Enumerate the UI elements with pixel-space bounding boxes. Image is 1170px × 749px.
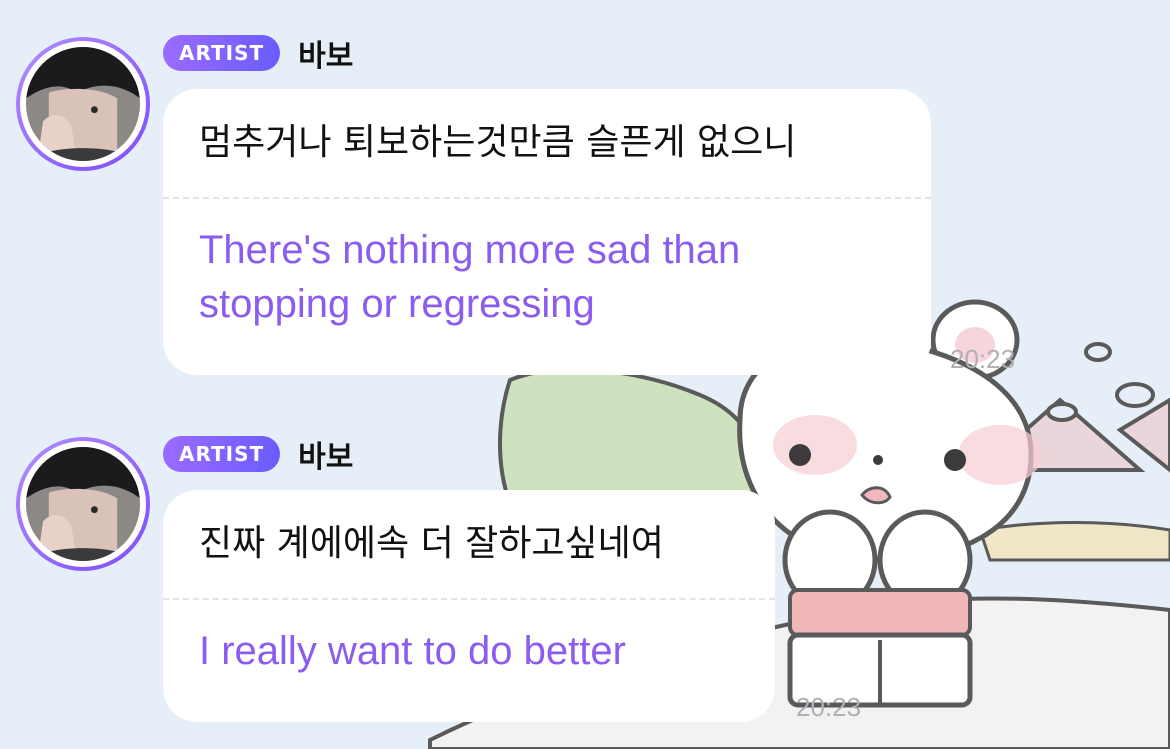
translation-text: There's nothing more sad than stopping o… bbox=[199, 228, 741, 326]
artist-avatar[interactable] bbox=[16, 37, 150, 171]
avatar-photo bbox=[26, 47, 140, 161]
sender-row: ARTIST 바보 bbox=[163, 31, 353, 75]
message-text: 진짜 계에에속 더 잘하고싶네여 bbox=[199, 523, 664, 564]
artist-badge: ARTIST bbox=[163, 436, 281, 472]
translation-text: I really want to do better bbox=[199, 629, 626, 673]
sender-name[interactable]: 바보 bbox=[298, 31, 353, 75]
avatar-frame bbox=[20, 41, 146, 167]
sender-row: ARTIST 바보 bbox=[163, 432, 353, 476]
avatar-photo bbox=[26, 447, 140, 561]
message-text: 멈추거나 퇴보하는것만큼 슬픈게 없으니 bbox=[199, 122, 797, 163]
avatar-frame bbox=[20, 441, 146, 567]
sender-name[interactable]: 바보 bbox=[298, 432, 353, 476]
artist-badge: ARTIST bbox=[163, 35, 281, 71]
message-bubble[interactable]: 멈추거나 퇴보하는것만큼 슬픈게 없으니 There's nothing mor… bbox=[163, 89, 931, 375]
message-bubble[interactable]: 진짜 계에에속 더 잘하고싶네여 I really want to do bet… bbox=[163, 490, 775, 722]
message-time: 20:23 bbox=[950, 344, 1016, 374]
message-time: 20:23 bbox=[796, 692, 862, 722]
artist-avatar[interactable] bbox=[16, 437, 150, 571]
